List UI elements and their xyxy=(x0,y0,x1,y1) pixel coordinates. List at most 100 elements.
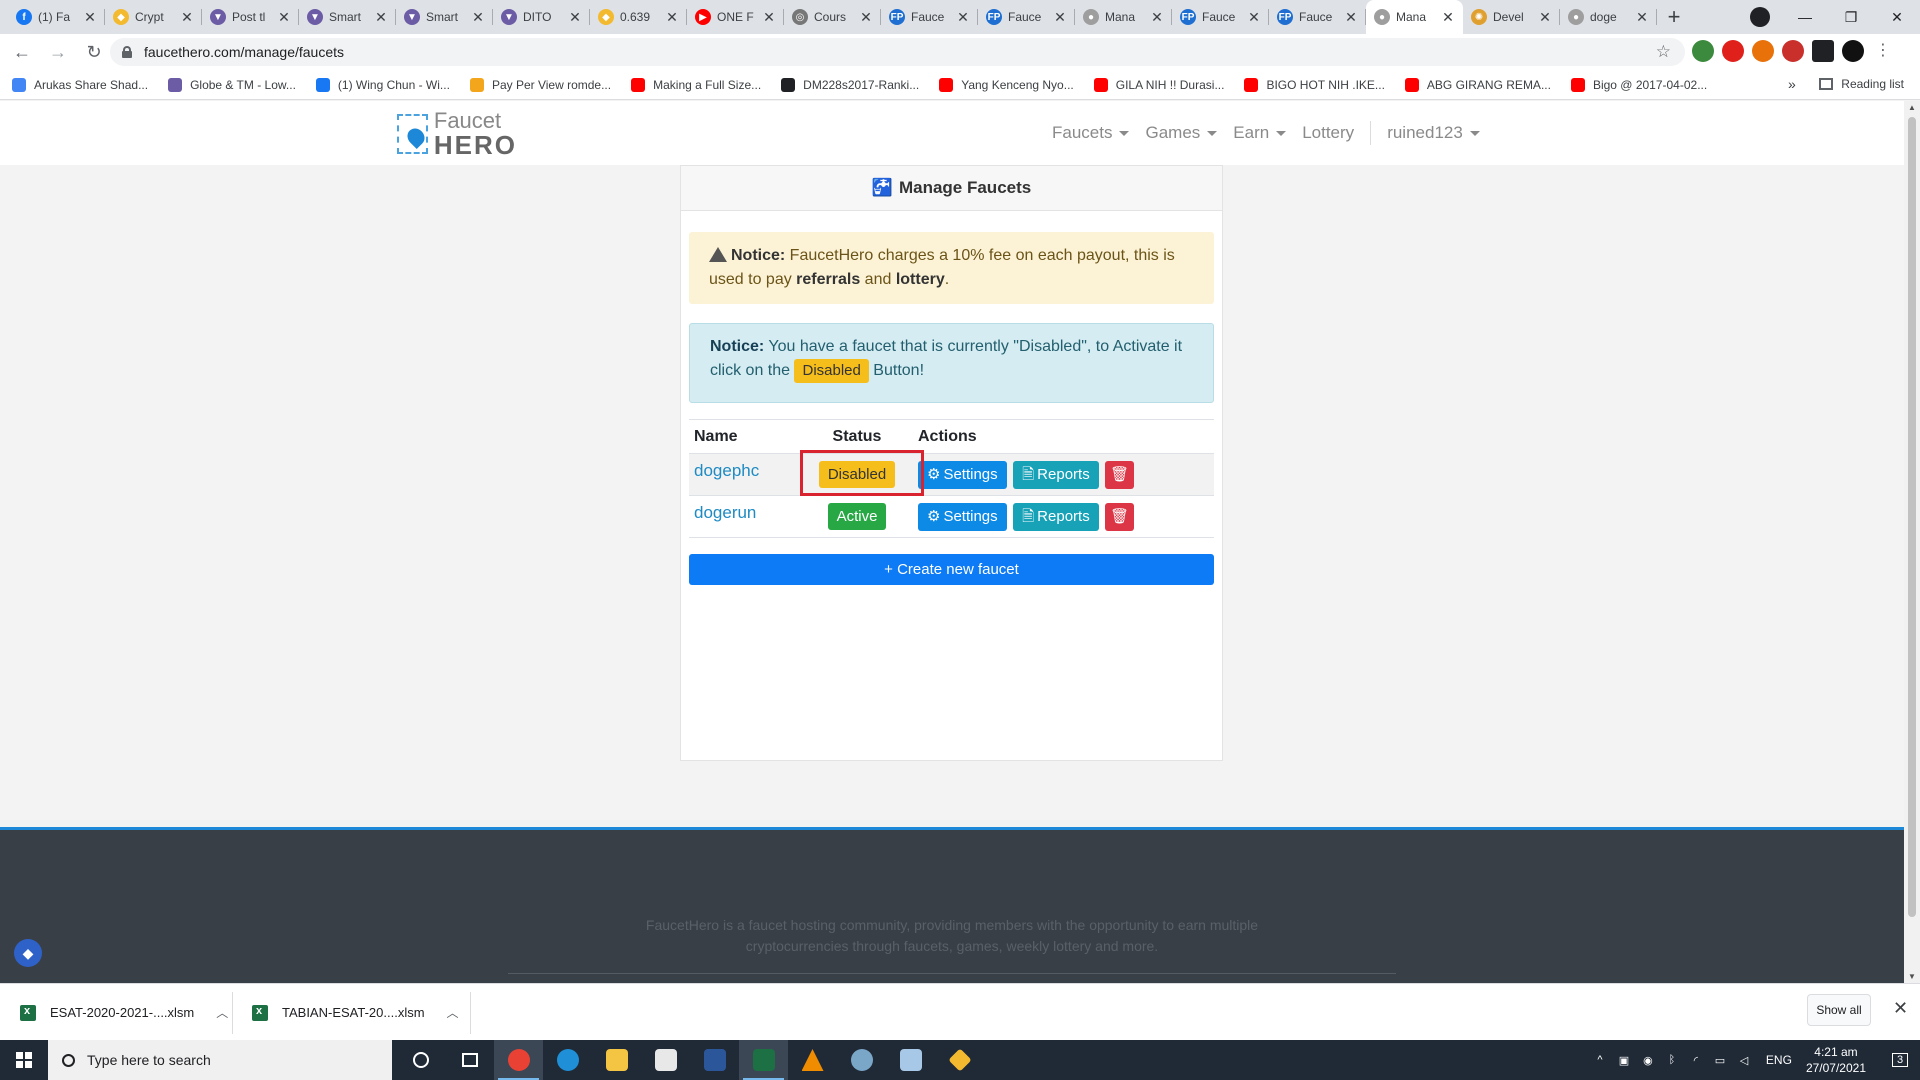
browser-tab[interactable]: ✺ Devel ✕ xyxy=(1463,0,1560,34)
browser-tab[interactable]: FP Fauce ✕ xyxy=(881,0,978,34)
browser-tab[interactable]: FP Fauce ✕ xyxy=(978,0,1075,34)
tab-close-icon[interactable]: ✕ xyxy=(1538,9,1552,26)
browser-tab[interactable]: ● Mana ✕ xyxy=(1075,0,1172,34)
extension-abp-icon[interactable] xyxy=(1782,40,1804,62)
binance-icon[interactable] xyxy=(935,1040,984,1080)
browser-tab[interactable]: f (1) Fa ✕ xyxy=(8,0,105,34)
browser-tab[interactable]: ◆ Crypt ✕ xyxy=(105,0,202,34)
address-bar[interactable]: faucethero.com/manage/faucets ☆ xyxy=(110,38,1685,66)
tab-close-icon[interactable]: ✕ xyxy=(374,9,388,26)
extension-opera-icon[interactable] xyxy=(1722,40,1744,62)
language-indicator[interactable]: ENG xyxy=(1766,1053,1792,1067)
tab-close-icon[interactable]: ✕ xyxy=(859,9,873,26)
excel-taskbar-icon[interactable] xyxy=(739,1040,788,1080)
clock[interactable]: 4:21 am 27/07/2021 xyxy=(1806,1044,1866,1076)
tab-close-icon[interactable]: ✕ xyxy=(665,9,679,26)
wifi-icon[interactable]: ◜ xyxy=(1686,1052,1706,1068)
word-icon[interactable] xyxy=(690,1040,739,1080)
chrome-taskbar-icon[interactable] xyxy=(494,1040,543,1080)
bookmark-item[interactable]: (1) Wing Chun - Wi... xyxy=(315,77,450,92)
tab-close-icon[interactable]: ✕ xyxy=(1247,9,1261,26)
browser-tab[interactable]: FP Fauce ✕ xyxy=(1172,0,1269,34)
task-view-icon[interactable] xyxy=(445,1040,494,1080)
menu-kebab-icon[interactable]: ⋮ xyxy=(1872,40,1894,62)
delete-button[interactable]: 🗑 xyxy=(1105,502,1135,531)
menu-games[interactable]: Games xyxy=(1145,121,1218,145)
store-icon[interactable] xyxy=(641,1040,690,1080)
page-scrollbar[interactable]: ▲ ▼ xyxy=(1904,101,1920,983)
browser-tab[interactable]: ▼ Post tl ✕ xyxy=(202,0,299,34)
browser-tab[interactable]: FP Fauce ✕ xyxy=(1269,0,1366,34)
chevron-up-icon[interactable]: ︿ xyxy=(447,1004,459,1021)
browser-tab[interactable]: ◆ 0.639 ✕ xyxy=(590,0,687,34)
extension-badge-icon[interactable] xyxy=(1752,40,1774,62)
browser-tab[interactable]: ▼ Smart ✕ xyxy=(299,0,396,34)
notifications-icon[interactable]: 3 xyxy=(1880,1040,1920,1080)
chevron-up-icon[interactable]: ︿ xyxy=(216,1004,228,1021)
browser-tab[interactable]: ● Mana ✕ xyxy=(1366,0,1463,34)
tab-close-icon[interactable]: ✕ xyxy=(180,9,194,26)
faucet-name-link[interactable]: dogephc xyxy=(694,461,759,480)
forward-button[interactable]: → xyxy=(44,38,72,66)
bookmark-item[interactable]: GILA NIH !! Durasi... xyxy=(1093,77,1224,92)
download-item[interactable]: TABIAN-ESAT-20....xlsm ︿ xyxy=(252,984,459,1041)
faucethero-logo[interactable]: Faucet HERO xyxy=(397,110,517,158)
reading-list-button[interactable]: Reading list xyxy=(1819,77,1904,91)
tab-close-icon[interactable]: ✕ xyxy=(1635,9,1649,26)
taskbar-search-box[interactable]: Type here to search xyxy=(48,1040,392,1080)
tray-chevron-up-icon[interactable]: ^ xyxy=(1590,1052,1610,1068)
more-bookmarks-button[interactable]: » xyxy=(1788,76,1796,92)
bookmark-item[interactable]: Making a Full Size... xyxy=(631,77,761,92)
browser-tab[interactable]: ● doge ✕ xyxy=(1560,0,1657,34)
new-tab-button[interactable]: + xyxy=(1657,0,1691,34)
file-explorer-icon[interactable] xyxy=(592,1040,641,1080)
extensions-puzzle-icon[interactable] xyxy=(1812,40,1834,62)
profile-avatar[interactable] xyxy=(1842,40,1864,62)
bookmark-star-icon[interactable]: ☆ xyxy=(1656,42,1671,62)
browser-tab[interactable]: ◎ Cours ✕ xyxy=(784,0,881,34)
bookmark-item[interactable]: Bigo @ 2017-04-02... xyxy=(1570,77,1707,92)
bluetooth-icon[interactable]: ᛒ xyxy=(1662,1052,1682,1068)
tab-close-icon[interactable]: ✕ xyxy=(1053,9,1067,26)
cortana-icon[interactable] xyxy=(396,1040,445,1080)
create-new-faucet-button[interactable]: + Create new faucet xyxy=(689,554,1214,585)
download-item[interactable]: ESAT-2020-2021-....xlsm ︿ xyxy=(20,984,228,1041)
tab-close-icon[interactable]: ✕ xyxy=(83,9,97,26)
bookmark-item[interactable]: DM228s2017-Ranki... xyxy=(781,77,919,92)
tab-close-icon[interactable]: ✕ xyxy=(1150,9,1164,26)
settings-button[interactable]: ⚙ Settings xyxy=(918,460,1007,489)
tab-close-icon[interactable]: ✕ xyxy=(471,9,485,26)
close-window-button[interactable]: ✕ xyxy=(1874,0,1920,34)
active-status-button[interactable]: Active xyxy=(827,503,887,530)
vlc-icon[interactable] xyxy=(788,1040,837,1080)
reports-button[interactable]: 🗎 Reports xyxy=(1013,502,1099,531)
reload-button[interactable]: ↻ xyxy=(80,38,108,66)
show-all-downloads-button[interactable]: Show all xyxy=(1807,994,1871,1026)
scroll-up-arrow-icon[interactable]: ▲ xyxy=(1908,103,1916,112)
tray-app-icon[interactable]: ▣ xyxy=(1614,1052,1634,1068)
bookmark-item[interactable]: Pay Per View romde... xyxy=(469,77,611,92)
tray-network-app-icon[interactable]: ◉ xyxy=(1638,1052,1658,1068)
back-button[interactable]: ← xyxy=(8,38,36,66)
tab-close-icon[interactable]: ✕ xyxy=(568,9,582,26)
browser-tab[interactable]: ▶ ONE F ✕ xyxy=(687,0,784,34)
menu-user[interactable]: ruined123 xyxy=(1387,121,1480,145)
volume-icon[interactable]: ◁ xyxy=(1734,1052,1754,1068)
close-downloads-icon[interactable]: ✕ xyxy=(1893,998,1908,1019)
notes-icon[interactable] xyxy=(886,1040,935,1080)
bookmark-item[interactable]: BIGO HOT NIH .IKE... xyxy=(1244,77,1385,92)
start-button[interactable] xyxy=(0,1040,48,1080)
scrollbar-thumb[interactable] xyxy=(1908,117,1916,917)
scroll-down-arrow-icon[interactable]: ▼ xyxy=(1908,972,1916,981)
tab-close-icon[interactable]: ✕ xyxy=(1441,9,1455,26)
tab-close-icon[interactable]: ✕ xyxy=(956,9,970,26)
browser-tab[interactable]: ▼ DITO ✕ xyxy=(493,0,590,34)
browser-tab[interactable]: ▼ Smart ✕ xyxy=(396,0,493,34)
restore-button[interactable]: ❐ xyxy=(1828,0,1874,34)
tab-close-icon[interactable]: ✕ xyxy=(277,9,291,26)
minimize-button[interactable]: — xyxy=(1782,0,1828,34)
app-icon[interactable] xyxy=(837,1040,886,1080)
menu-faucets[interactable]: Faucets xyxy=(1052,121,1130,145)
tab-close-icon[interactable]: ✕ xyxy=(762,9,776,26)
tab-close-icon[interactable]: ✕ xyxy=(1344,9,1358,26)
